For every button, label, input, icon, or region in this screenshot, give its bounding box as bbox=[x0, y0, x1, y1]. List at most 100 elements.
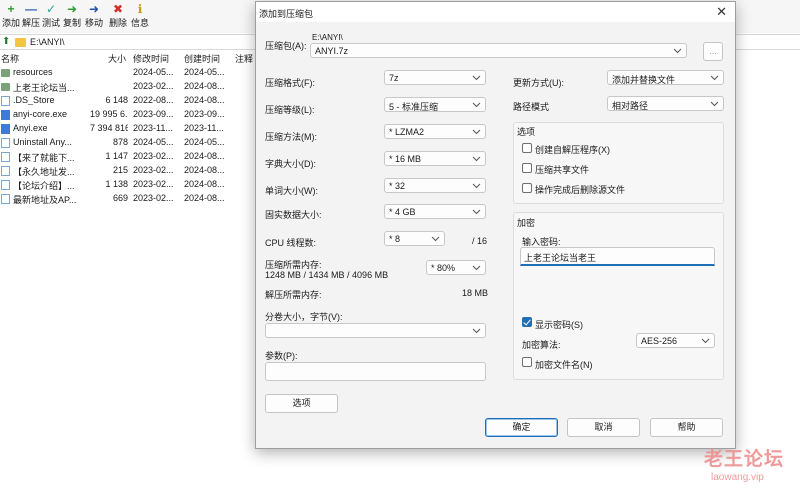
file-row[interactable]: Anyi.exe 7 394 816 2023-11... 2023-11... bbox=[0, 122, 256, 136]
file-row[interactable]: anyi-core.exe 19 995 6... 2023-09... 202… bbox=[0, 108, 256, 122]
column-header-created[interactable]: 创建时间 bbox=[184, 52, 220, 66]
file-icon bbox=[1, 166, 10, 176]
chevron-down-icon bbox=[472, 325, 481, 336]
dictionary-size-label: 字典大小(D): bbox=[265, 159, 316, 169]
exe-file-icon bbox=[1, 110, 10, 120]
decompress-memory-value: 18 MB bbox=[462, 288, 489, 298]
close-icon[interactable]: ✕ bbox=[716, 4, 727, 19]
test-icon: ✓ bbox=[45, 2, 57, 16]
file-row[interactable]: resources 2024-05... 2024-05... bbox=[0, 66, 256, 80]
chevron-down-icon bbox=[472, 180, 481, 191]
column-header-comment[interactable]: 注释 bbox=[235, 52, 253, 66]
folder-icon bbox=[1, 83, 10, 91]
delete-after-label: 操作完成后删除源文件 bbox=[535, 185, 626, 195]
file-icon bbox=[1, 96, 10, 106]
up-arrow-icon[interactable]: ⬆ bbox=[2, 36, 10, 47]
delete-after-checkbox[interactable] bbox=[522, 183, 532, 193]
add-to-archive-dialog: 添加到压缩包 ✕ 压缩包(A): E:\ANYI\ ANYI.7z ... 压缩… bbox=[255, 1, 736, 449]
browse-button[interactable]: ... bbox=[703, 42, 723, 61]
file-icon bbox=[1, 138, 10, 148]
extract-button[interactable]: — 解压 bbox=[20, 2, 42, 32]
archive-label: 压缩包(A): bbox=[265, 41, 307, 51]
split-size-combo[interactable] bbox=[265, 323, 486, 338]
delete-x-icon: ✖ bbox=[112, 2, 124, 16]
update-mode-label: 更新方式(U): bbox=[513, 78, 564, 88]
folder-icon bbox=[15, 38, 26, 47]
cpu-threads-max: / 16 bbox=[472, 236, 488, 246]
path-mode-label: 路径模式 bbox=[513, 102, 550, 112]
method-select[interactable]: * LZMA2 bbox=[384, 124, 486, 139]
memory-usage-select[interactable]: * 80% bbox=[426, 260, 486, 275]
show-password-label: 显示密码(S) bbox=[535, 320, 583, 330]
watermark-logo: 老王论坛 bbox=[704, 449, 785, 470]
file-row[interactable]: .DS_Store 6 148 2022-08... 2024-08... bbox=[0, 94, 256, 108]
copy-button[interactable]: ➜ 复制 bbox=[61, 2, 83, 32]
options-button[interactable]: 选项 bbox=[265, 394, 338, 413]
chevron-down-icon bbox=[673, 45, 682, 56]
column-header-name[interactable]: 名称 bbox=[1, 52, 19, 66]
shared-files-label: 压缩共享文件 bbox=[535, 165, 590, 175]
sfx-checkbox[interactable] bbox=[522, 143, 532, 153]
level-label: 压缩等级(L): bbox=[265, 105, 315, 115]
add-icon: + bbox=[7, 2, 15, 16]
encrypt-filenames-checkbox[interactable] bbox=[522, 357, 532, 367]
format-label: 压缩格式(F): bbox=[265, 78, 315, 88]
file-row[interactable]: 【论坛介绍】... 1 138 2023-02... 2024-08... bbox=[0, 178, 256, 192]
delete-button[interactable]: ✖ 删除 bbox=[107, 2, 129, 32]
chevron-down-icon bbox=[472, 126, 481, 137]
column-header-size[interactable]: 大小 bbox=[108, 52, 126, 66]
file-icon bbox=[1, 180, 10, 190]
options-group-title: 选项 bbox=[517, 127, 536, 137]
show-password-checkbox[interactable] bbox=[522, 317, 532, 327]
method-label: 压缩方法(M): bbox=[265, 132, 317, 142]
solid-block-select[interactable]: * 4 GB bbox=[384, 204, 486, 219]
compress-memory-detail: 1248 MB / 1434 MB / 4096 MB bbox=[265, 270, 389, 280]
file-row[interactable]: 【来了就能下... 1 147 2023-02... 2024-08... bbox=[0, 150, 256, 164]
format-select[interactable]: 7z bbox=[384, 70, 486, 85]
file-icon bbox=[1, 152, 10, 162]
ok-button[interactable]: 确定 bbox=[485, 418, 558, 437]
file-row[interactable]: Uninstall Any... 878 2024-05... 2024-05.… bbox=[0, 136, 256, 150]
dictionary-size-select[interactable]: * 16 MB bbox=[384, 151, 486, 166]
cancel-button[interactable]: 取消 bbox=[567, 418, 640, 437]
column-header-modified[interactable]: 修改时间 bbox=[133, 52, 169, 66]
info-button[interactable]: ℹ 信息 bbox=[129, 2, 151, 32]
info-icon: ℹ bbox=[137, 2, 143, 16]
extract-icon: — bbox=[25, 2, 37, 16]
add-button[interactable]: + 添加 bbox=[0, 2, 22, 32]
split-size-label: 分卷大小，字节(V): bbox=[265, 312, 343, 322]
copy-arrow-icon: ➜ bbox=[66, 2, 78, 16]
sfx-label: 创建自解压程序(X) bbox=[535, 145, 610, 155]
file-row[interactable]: 【永久地址发... 215 2023-02... 2024-08... bbox=[0, 164, 256, 178]
shared-files-checkbox[interactable] bbox=[522, 163, 532, 173]
cpu-threads-select[interactable]: * 8 bbox=[384, 231, 445, 246]
level-select[interactable]: 5 - 标准压缩 bbox=[384, 97, 486, 112]
encryption-method-select[interactable]: AES-256 bbox=[636, 333, 715, 348]
folder-icon bbox=[1, 69, 10, 77]
move-arrow-icon: ➜ bbox=[88, 2, 100, 16]
dialog-titlebar: 添加到压缩包 ✕ bbox=[256, 2, 735, 22]
chevron-down-icon bbox=[710, 98, 719, 109]
word-size-label: 单词大小(W): bbox=[265, 186, 318, 196]
chevron-down-icon bbox=[472, 72, 481, 83]
file-row[interactable]: 最新地址及AP... 669 2023-02... 2024-08... bbox=[0, 192, 256, 206]
archive-name-combo[interactable]: ANYI.7z bbox=[310, 43, 687, 58]
path-mode-select[interactable]: 相对路径 bbox=[607, 96, 724, 111]
file-row[interactable]: 上老王论坛当... 2023-02... 2024-08... bbox=[0, 80, 256, 94]
move-button[interactable]: ➜ 移动 bbox=[83, 2, 105, 32]
parameters-input[interactable] bbox=[265, 362, 486, 381]
archive-dir: E:\ANYI\ bbox=[312, 33, 343, 42]
chevron-down-icon bbox=[472, 262, 481, 273]
update-mode-select[interactable]: 添加并替换文件 bbox=[607, 70, 724, 85]
test-button[interactable]: ✓ 测试 bbox=[40, 2, 62, 32]
chevron-down-icon bbox=[701, 335, 710, 346]
decompress-memory-label: 解压所需内存: bbox=[265, 290, 322, 300]
chevron-down-icon bbox=[472, 206, 481, 217]
word-size-select[interactable]: * 32 bbox=[384, 178, 486, 193]
password-input[interactable]: 上老王论坛当老王 bbox=[520, 247, 715, 266]
help-button[interactable]: 帮助 bbox=[650, 418, 723, 437]
cpu-threads-label: CPU 线程数: bbox=[265, 238, 317, 248]
watermark-url: laowang.vip bbox=[711, 472, 764, 483]
encryption-group-title: 加密 bbox=[517, 218, 536, 228]
solid-block-label: 固实数据大小: bbox=[265, 210, 322, 220]
